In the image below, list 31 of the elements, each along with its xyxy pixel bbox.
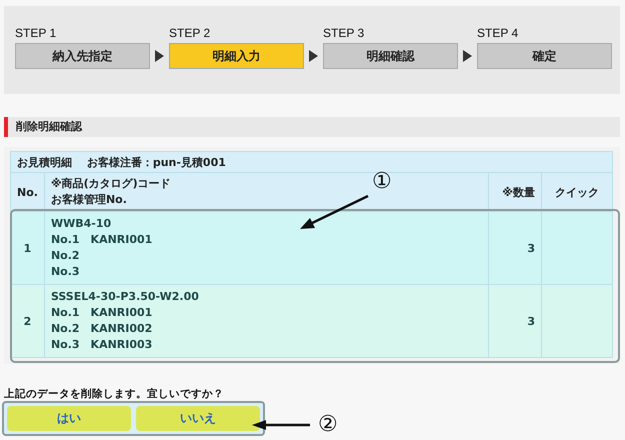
table-cell: 2 bbox=[10, 284, 44, 358]
confirm-question: 上記のデータを削除します。宜しいですか？ bbox=[4, 387, 225, 401]
table-caption: お見積明細 お客様注番：pun-見積001 bbox=[10, 152, 612, 172]
answer-button[interactable]: はい bbox=[7, 406, 131, 431]
step-box: 納入先指定 bbox=[15, 43, 150, 69]
step-box: 確定 bbox=[477, 43, 612, 69]
column-header: ※数量 bbox=[488, 172, 542, 212]
management-number: No.2 bbox=[50, 248, 80, 264]
column-header: お客様管理No. bbox=[50, 192, 127, 208]
step-label: STEP 1 bbox=[15, 26, 58, 40]
product-code: SSSEL4-30-P3.50-W2.00 bbox=[50, 289, 199, 305]
answer-button[interactable]: いいえ bbox=[136, 406, 260, 431]
management-number: No.3 KANRI003 bbox=[50, 337, 152, 353]
column-header: ※商品(カタログ)コード bbox=[50, 176, 171, 192]
column-header: No. bbox=[10, 172, 44, 212]
management-number: No.3 bbox=[50, 264, 80, 280]
step-label: STEP 4 bbox=[477, 26, 520, 40]
step-label: STEP 3 bbox=[323, 26, 366, 40]
column-header: クイック bbox=[542, 172, 612, 212]
step-box: 明細確認 bbox=[323, 43, 458, 69]
step-box: 明細入力 bbox=[169, 43, 304, 69]
management-number: No.2 KANRI002 bbox=[50, 321, 152, 337]
management-number: No.1 KANRI001 bbox=[50, 305, 152, 321]
pointer-arrow bbox=[298, 194, 370, 230]
pointer-arrow bbox=[252, 419, 312, 431]
table-cell: 3 bbox=[488, 284, 542, 358]
callout-number: ② bbox=[318, 412, 338, 437]
step-label: STEP 2 bbox=[169, 26, 212, 40]
product-code: WWB4-10 bbox=[50, 216, 112, 232]
section-title: 削除明細確認 bbox=[4, 117, 620, 137]
management-number: No.1 KANRI001 bbox=[50, 232, 152, 248]
